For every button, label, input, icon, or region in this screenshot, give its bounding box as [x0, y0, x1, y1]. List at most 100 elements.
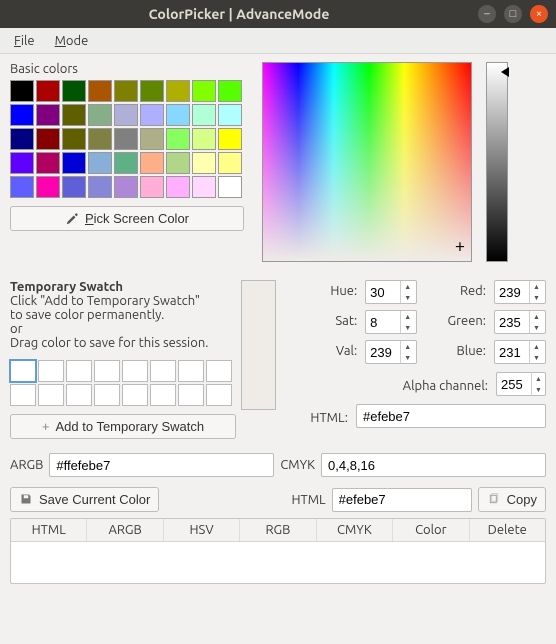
temporary-swatch-slot[interactable]	[66, 360, 92, 382]
table-column-header[interactable]: RGB	[240, 519, 316, 541]
basic-color-swatch[interactable]	[36, 176, 60, 198]
temporary-swatch-slot[interactable]	[178, 384, 204, 406]
basic-color-swatch[interactable]	[62, 152, 86, 174]
saved-colors-table[interactable]: HTMLARGBHSVRGBCMYKColorDelete	[10, 518, 546, 584]
temporary-swatch-slot[interactable]	[150, 360, 176, 382]
basic-color-swatch[interactable]	[218, 176, 242, 198]
temporary-swatch-slot[interactable]	[38, 384, 64, 406]
basic-color-swatch[interactable]	[192, 176, 216, 198]
temporary-swatch-slot[interactable]	[94, 384, 120, 406]
basic-color-swatch[interactable]	[36, 104, 60, 126]
table-column-header[interactable]: CMYK	[317, 519, 393, 541]
eyedropper-icon	[65, 212, 79, 226]
basic-color-swatch[interactable]	[10, 176, 34, 198]
basic-color-swatch[interactable]	[192, 128, 216, 150]
menu-mode[interactable]: Mode	[47, 31, 97, 51]
temporary-swatch-slot[interactable]	[150, 384, 176, 406]
color-gradient-field[interactable]: +	[262, 62, 472, 262]
temporary-swatch-slot[interactable]	[206, 384, 232, 406]
basic-color-swatch[interactable]	[62, 104, 86, 126]
basic-color-swatch[interactable]	[88, 80, 112, 102]
temporary-swatch-title: Temporary Swatch	[10, 280, 261, 294]
temporary-swatch-slot[interactable]	[206, 360, 232, 382]
basic-color-swatch[interactable]	[10, 80, 34, 102]
alpha-input[interactable]: ▲▼	[496, 372, 546, 396]
basic-color-swatch[interactable]	[10, 128, 34, 150]
temporary-swatch-slot[interactable]	[122, 384, 148, 406]
hue-input[interactable]: ▲▼	[365, 280, 417, 304]
basic-color-swatch[interactable]	[114, 128, 138, 150]
window-minimize-button[interactable]: –	[478, 5, 496, 23]
html-label: HTML:	[296, 407, 348, 425]
temporary-swatch-slot[interactable]	[10, 360, 36, 382]
table-column-header[interactable]: HTML	[11, 519, 87, 541]
val-label: Val:	[308, 340, 357, 364]
basic-color-swatch[interactable]	[166, 152, 190, 174]
basic-color-swatch[interactable]	[166, 80, 190, 102]
basic-color-swatch[interactable]	[192, 152, 216, 174]
luminance-slider[interactable]	[486, 62, 508, 262]
basic-color-swatch[interactable]	[140, 104, 164, 126]
basic-color-swatch[interactable]	[114, 176, 138, 198]
temporary-swatch-slot[interactable]	[122, 360, 148, 382]
basic-color-swatch[interactable]	[62, 80, 86, 102]
basic-color-swatch[interactable]	[88, 104, 112, 126]
cmyk-input[interactable]	[321, 453, 546, 477]
temporary-swatch-slot[interactable]	[94, 360, 120, 382]
basic-color-swatch[interactable]	[218, 128, 242, 150]
temporary-swatch-slot[interactable]	[178, 360, 204, 382]
basic-color-swatch[interactable]	[36, 152, 60, 174]
basic-color-swatch[interactable]	[10, 152, 34, 174]
basic-color-swatch[interactable]	[88, 128, 112, 150]
table-column-header[interactable]: HSV	[164, 519, 240, 541]
basic-color-swatch[interactable]	[218, 152, 242, 174]
basic-color-swatch[interactable]	[36, 128, 60, 150]
basic-color-swatch[interactable]	[62, 176, 86, 198]
table-column-header[interactable]: Color	[393, 519, 469, 541]
basic-color-swatch[interactable]	[10, 104, 34, 126]
plus-icon: +	[42, 419, 50, 434]
basic-color-swatch[interactable]	[192, 80, 216, 102]
basic-color-swatch[interactable]	[140, 152, 164, 174]
table-column-header[interactable]: ARGB	[87, 519, 163, 541]
basic-color-swatch[interactable]	[140, 80, 164, 102]
html-input[interactable]	[356, 404, 546, 428]
basic-color-swatch[interactable]	[88, 152, 112, 174]
argb-input[interactable]	[49, 453, 274, 477]
basic-color-swatch[interactable]	[218, 80, 242, 102]
pick-screen-color-button[interactable]: Pick Screen Color	[10, 206, 244, 231]
slider-handle-icon[interactable]	[501, 67, 509, 77]
copy-button[interactable]: Copy	[478, 487, 546, 512]
val-input[interactable]: ▲▼	[365, 340, 417, 364]
red-input[interactable]: ▲▼	[494, 280, 546, 304]
basic-color-swatch[interactable]	[62, 128, 86, 150]
basic-color-swatch[interactable]	[140, 176, 164, 198]
blue-input[interactable]: ▲▼	[494, 340, 546, 364]
add-to-temporary-swatch-button[interactable]: + Add to Temporary Swatch	[10, 414, 236, 439]
basic-color-swatch[interactable]	[88, 176, 112, 198]
sat-input[interactable]: ▲▼	[365, 310, 417, 334]
basic-color-swatch[interactable]	[218, 104, 242, 126]
basic-color-swatch[interactable]	[114, 104, 138, 126]
save-current-color-label: Save Current Color	[39, 492, 150, 507]
basic-color-swatch[interactable]	[166, 176, 190, 198]
crosshair-icon: +	[455, 237, 465, 255]
basic-color-swatch[interactable]	[114, 152, 138, 174]
basic-color-swatch[interactable]	[166, 128, 190, 150]
temporary-swatch-slot[interactable]	[66, 384, 92, 406]
basic-color-swatch[interactable]	[114, 80, 138, 102]
green-input[interactable]: ▲▼	[494, 310, 546, 334]
save-current-color-button[interactable]: Save Current Color	[10, 487, 159, 512]
window-maximize-button[interactable]: □	[504, 5, 522, 23]
table-column-header[interactable]: Delete	[470, 519, 545, 541]
basic-color-swatch[interactable]	[192, 104, 216, 126]
menu-file[interactable]: File	[6, 31, 43, 51]
temporary-swatch-slot[interactable]	[38, 360, 64, 382]
window-title: ColorPicker | AdvanceMode	[8, 6, 470, 22]
temporary-swatch-slot[interactable]	[10, 384, 36, 406]
basic-color-swatch[interactable]	[36, 80, 60, 102]
basic-color-swatch[interactable]	[166, 104, 190, 126]
html2-input[interactable]	[332, 488, 472, 512]
window-close-button[interactable]: ×	[530, 5, 548, 23]
basic-color-swatch[interactable]	[140, 128, 164, 150]
